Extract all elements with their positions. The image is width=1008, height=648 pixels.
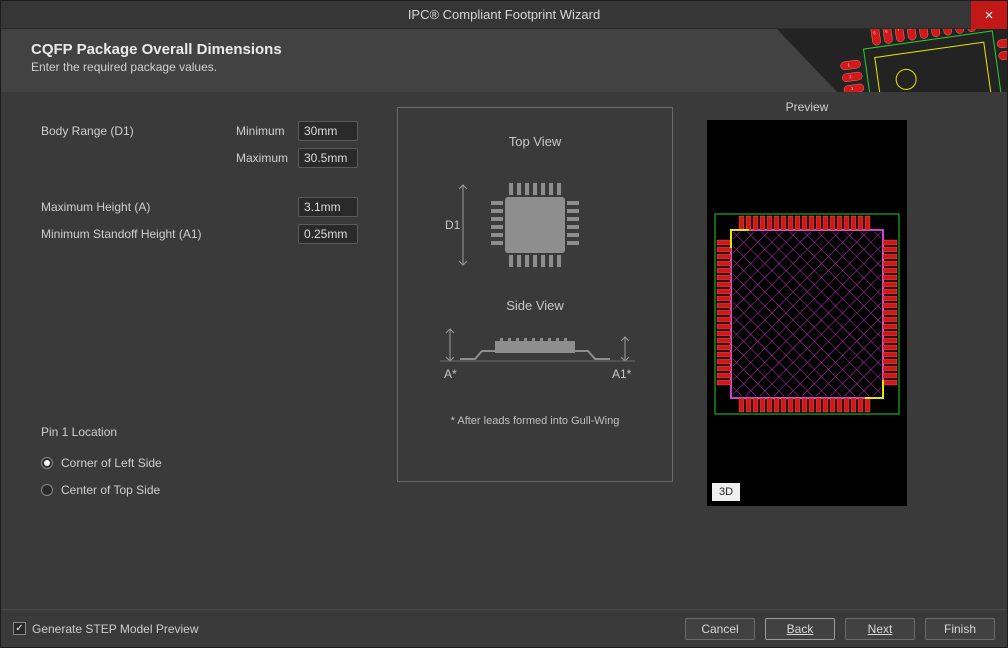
body-range-min-row: Body Range (D1) Minimum xyxy=(41,120,381,142)
title-bar: IPC® Compliant Footprint Wizard × xyxy=(1,1,1007,29)
cancel-button[interactable]: Cancel xyxy=(685,618,755,640)
pin1-radio-corner[interactable]: Corner of Left Side xyxy=(41,453,381,473)
wizard-window: IPC® Compliant Footprint Wizard × CQFP P… xyxy=(0,0,1008,648)
side-view-label: Side View xyxy=(408,298,662,313)
form-panel: Body Range (D1) Minimum Maximum Maximum … xyxy=(1,92,391,609)
preview-label: Preview xyxy=(786,100,829,114)
body-range-max-input[interactable] xyxy=(298,148,358,168)
min-standoff-row: Minimum Standoff Height (A1) xyxy=(41,223,381,245)
diagram-footnote: * After leads formed into Gull-Wing xyxy=(408,415,662,427)
banner-text: CQFP Package Overall Dimensions Enter th… xyxy=(1,29,282,92)
close-button[interactable]: × xyxy=(971,1,1007,29)
radio-icon xyxy=(41,457,53,469)
side-view-diagram-icon: A* A1* xyxy=(420,323,650,403)
footer: Generate STEP Model Preview Cancel Back … xyxy=(1,609,1007,647)
max-height-label: Maximum Height (A) xyxy=(41,200,236,214)
body-range-label: Body Range (D1) xyxy=(41,124,236,138)
diagram-panel: Top View D1 xyxy=(397,107,687,609)
top-view-label: Top View xyxy=(408,134,662,149)
page-subtitle: Enter the required package values. xyxy=(31,60,282,74)
finish-button[interactable]: Finish xyxy=(925,618,995,640)
minimum-label: Minimum xyxy=(236,124,298,138)
footprint-preview-icon xyxy=(707,120,907,506)
pin1-option1-label: Corner of Left Side xyxy=(61,456,162,470)
next-button[interactable]: Next xyxy=(845,618,915,640)
generate-step-label: Generate STEP Model Preview xyxy=(32,622,199,636)
radio-icon xyxy=(41,484,53,496)
max-height-input[interactable] xyxy=(298,197,358,217)
min-standoff-input[interactable] xyxy=(298,224,358,244)
preview-panel: Preview xyxy=(687,92,927,609)
body-range-max-row: Maximum xyxy=(41,147,381,169)
banner-decoration-icon: 1234 5678 xyxy=(777,29,1007,92)
preview-viewport[interactable]: 3D xyxy=(707,120,907,506)
a-dim-label: A* xyxy=(444,367,457,381)
wizard-banner: CQFP Package Overall Dimensions Enter th… xyxy=(1,29,1007,92)
a1-dim-label: A1* xyxy=(612,367,632,381)
max-height-row: Maximum Height (A) xyxy=(41,196,381,218)
body-range-min-input[interactable] xyxy=(298,121,358,141)
window-title: IPC® Compliant Footprint Wizard xyxy=(408,7,600,22)
top-view-diagram-icon: D1 xyxy=(435,167,635,282)
pin1-radio-center[interactable]: Center of Top Side xyxy=(41,480,381,500)
pin1-heading: Pin 1 Location xyxy=(41,425,381,439)
maximum-label: Maximum xyxy=(236,151,298,165)
diagram-box: Top View D1 xyxy=(397,107,673,482)
page-title: CQFP Package Overall Dimensions xyxy=(31,41,282,58)
preview-3d-toggle[interactable]: 3D xyxy=(712,483,740,501)
min-standoff-label: Minimum Standoff Height (A1) xyxy=(41,227,236,241)
close-icon: × xyxy=(985,7,994,24)
pin1-section: Pin 1 Location Corner of Left Side Cente… xyxy=(41,425,381,500)
generate-step-checkbox[interactable]: Generate STEP Model Preview xyxy=(13,622,199,636)
d1-dim-label: D1 xyxy=(445,218,461,232)
content-area: Body Range (D1) Minimum Maximum Maximum … xyxy=(1,92,1007,609)
back-button[interactable]: Back xyxy=(765,618,835,640)
pin1-option2-label: Center of Top Side xyxy=(61,483,160,497)
checkbox-icon xyxy=(13,622,26,635)
